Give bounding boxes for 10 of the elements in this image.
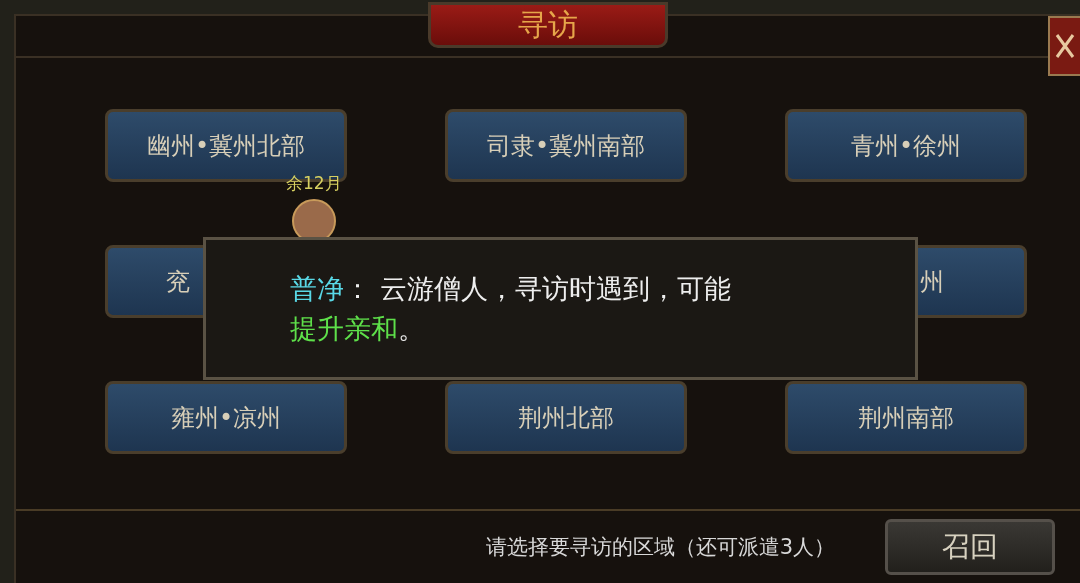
region-button[interactable]: 青州•徐州 [785,109,1027,182]
close-button[interactable] [1048,16,1080,76]
region-button[interactable]: 司隶•冀州南部 [445,109,687,182]
tooltip-text: 普净： 云游僧人，寻访时遇到，可能 提升亲和。 [290,271,731,346]
hint-text: 请选择要寻访的区域（还可派遣3人） [485,534,835,561]
region-button[interactable]: 荆州南部 [785,381,1027,454]
region-button[interactable]: 雍州•凉州 [105,381,347,454]
region-button[interactable]: 荆州北部 [445,381,687,454]
recall-button[interactable]: 召回 [885,519,1055,575]
window-title: 寻访 [428,2,668,48]
